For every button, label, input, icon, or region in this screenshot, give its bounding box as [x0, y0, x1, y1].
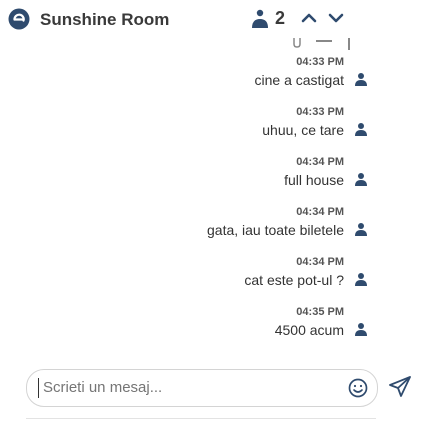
message-item: 04:33 PM uhuu, ce tare — [262, 106, 367, 138]
message-text: 4500 acum — [274, 322, 344, 338]
message-time: 04:34 PM — [296, 156, 344, 168]
message-composer[interactable] — [26, 369, 378, 407]
partially-visible-icons — [293, 38, 350, 50]
message-time: 04:34 PM — [296, 256, 344, 268]
user-avatar-icon — [355, 223, 367, 236]
message-text: gata, iau toate biletele — [207, 222, 344, 238]
user-count: 2 — [275, 8, 286, 28]
text-cursor — [38, 378, 39, 398]
message-item: 04:33 PM cine a castigat — [254, 56, 367, 88]
message-text: cine a castigat — [254, 72, 345, 88]
message-text: uhuu, ce tare — [262, 122, 344, 138]
user-avatar-icon — [355, 323, 367, 336]
message-item: 04:34 PM cat este pot-ul ? — [244, 256, 367, 288]
send-icon[interactable] — [387, 374, 413, 400]
message-item: 04:34 PM gata, iau toate biletele — [207, 206, 367, 238]
message-text: cat este pot-ul ? — [244, 272, 344, 288]
user-avatar-icon — [355, 73, 367, 86]
user-avatar-icon — [355, 273, 367, 286]
message-time: 04:35 PM — [296, 306, 344, 318]
chevron-up-icon[interactable] — [299, 8, 319, 28]
room-title: Sunshine Room — [40, 10, 170, 29]
emoji-icon[interactable] — [348, 378, 368, 398]
chevron-down-icon[interactable] — [326, 8, 346, 28]
app-logo-icon — [8, 8, 30, 30]
message-input[interactable] — [41, 378, 275, 397]
message-text: full house — [284, 172, 344, 188]
user-avatar-icon — [355, 123, 367, 136]
message-time: 04:33 PM — [296, 106, 344, 118]
message-time: 04:33 PM — [296, 56, 344, 68]
chat-header: Sunshine Room 2 — [0, 0, 448, 50]
composer-divider — [26, 418, 376, 419]
message-item: 04:34 PM full house — [284, 156, 367, 188]
message-item: 04:35 PM 4500 acum — [274, 306, 367, 338]
user-avatar-icon — [355, 173, 367, 186]
users-icon[interactable] — [249, 8, 271, 30]
message-time: 04:34 PM — [296, 206, 344, 218]
